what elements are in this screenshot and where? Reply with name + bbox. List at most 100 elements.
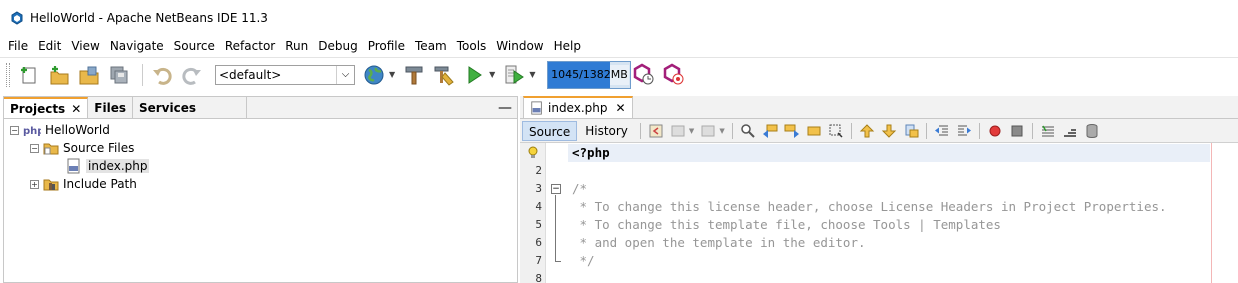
toolbar-separator	[731, 122, 733, 139]
projects-panel: Projects ✕ Files Services — − php HelloW…	[3, 96, 518, 283]
folder-icon	[43, 141, 59, 155]
back-dropdown-icon[interactable]: ▼	[689, 127, 694, 135]
tab-services[interactable]: Services	[133, 97, 248, 118]
collapse-icon[interactable]: −	[10, 125, 19, 135]
code-line: * To change this template file, choose T…	[572, 217, 1001, 232]
browser-dropdown-icon[interactable]: ▼	[389, 70, 395, 79]
menu-view[interactable]: View	[66, 36, 104, 56]
comment-icon[interactable]	[1039, 122, 1057, 140]
toolbar-separator	[850, 122, 852, 139]
menu-help[interactable]: Help	[549, 36, 586, 56]
tab-history[interactable]: History	[579, 121, 634, 141]
next-bookmark-icon[interactable]	[880, 122, 898, 140]
run-dropdown-icon[interactable]: ▼	[489, 70, 495, 79]
configuration-select[interactable]: <default> ⌵	[215, 64, 355, 85]
uncomment-icon[interactable]	[1061, 122, 1079, 140]
fold-line	[555, 195, 556, 261]
menu-source[interactable]: Source	[169, 36, 220, 56]
clean-build-icon[interactable]	[431, 62, 457, 88]
tree-row-include-path[interactable]: + Include Path	[30, 175, 137, 193]
code-text[interactable]: <?php /* * To change this license header…	[568, 143, 1238, 283]
tab-files[interactable]: Files	[88, 97, 133, 118]
line-number: 2	[535, 164, 542, 177]
line-number: 7	[535, 254, 542, 267]
new-file-icon[interactable]	[16, 62, 42, 88]
code-line: /*	[572, 181, 588, 196]
last-edit-icon[interactable]	[647, 122, 665, 140]
project-tree: − php HelloWorld − Source Files index.ph…	[4, 119, 517, 279]
find-next-icon[interactable]	[783, 122, 801, 140]
library-icon	[43, 177, 59, 191]
shift-right-icon[interactable]	[955, 122, 973, 140]
tree-row-project[interactable]: − php HelloWorld	[10, 121, 110, 139]
browser-icon[interactable]	[361, 62, 387, 88]
tab-index-php[interactable]: index.php ✕	[523, 96, 633, 118]
minimize-icon[interactable]: —	[493, 97, 517, 118]
open-project-icon[interactable]	[76, 62, 102, 88]
code-line: <?php	[572, 145, 610, 160]
database-icon[interactable]	[1083, 122, 1101, 140]
code-line: */	[572, 253, 595, 268]
profile-icon[interactable]	[631, 62, 657, 88]
php-file-icon	[66, 158, 82, 174]
profile-snapshot-icon[interactable]	[661, 62, 687, 88]
tree-row-source-files[interactable]: − Source Files	[30, 139, 134, 157]
menu-debug[interactable]: Debug	[313, 36, 362, 56]
expand-icon[interactable]: +	[30, 179, 39, 189]
debug-dropdown-icon[interactable]: ▼	[529, 70, 535, 79]
editor-tab-label: index.php	[548, 101, 608, 115]
tree-row-index-php[interactable]: index.php	[66, 157, 150, 175]
new-project-icon[interactable]	[46, 62, 72, 88]
save-all-icon[interactable]	[106, 62, 132, 88]
chevron-down-icon[interactable]: ⌵	[336, 65, 354, 84]
toolbar-separator	[1031, 122, 1033, 139]
menu-edit[interactable]: Edit	[33, 36, 66, 56]
toolbar-separator	[639, 122, 641, 139]
shift-left-icon[interactable]	[933, 122, 951, 140]
back-icon[interactable]	[669, 122, 687, 140]
find-previous-icon[interactable]	[761, 122, 779, 140]
code-editor[interactable]: 2 3 4 5 6 7 8 − <?php /* * To change thi…	[520, 143, 1238, 283]
main-toolbar: <default> ⌵ ▼ ▼ ▼ 1045/1382MB	[0, 57, 1238, 91]
menu-tools[interactable]: Tools	[452, 36, 492, 56]
window-title: HelloWorld - Apache NetBeans IDE 11.3	[30, 11, 268, 25]
close-icon[interactable]: ✕	[615, 101, 625, 115]
menu-profile[interactable]: Profile	[363, 36, 410, 56]
previous-bookmark-icon[interactable]	[858, 122, 876, 140]
stop-macro-icon[interactable]	[1008, 122, 1026, 140]
close-icon[interactable]: ✕	[71, 102, 81, 116]
lightbulb-icon[interactable]	[527, 146, 539, 163]
line-number: 3	[535, 182, 542, 195]
tab-projects[interactable]: Projects ✕	[4, 97, 89, 118]
menu-refactor[interactable]: Refactor	[220, 36, 280, 56]
menu-team[interactable]: Team	[410, 36, 452, 56]
forward-icon[interactable]	[699, 122, 717, 140]
undo-icon[interactable]	[149, 62, 175, 88]
build-icon[interactable]	[401, 62, 427, 88]
menu-navigate[interactable]: Navigate	[105, 36, 169, 56]
rectangular-selection-icon[interactable]	[827, 122, 845, 140]
toggle-bookmark-icon[interactable]	[902, 122, 920, 140]
line-gutter: 2 3 4 5 6 7 8	[520, 143, 546, 283]
memory-indicator[interactable]: 1045/1382MB	[547, 60, 632, 89]
redo-icon[interactable]	[179, 62, 205, 88]
php-file-icon	[530, 101, 544, 115]
start-macro-icon[interactable]	[986, 122, 1004, 140]
debug-icon[interactable]	[501, 62, 527, 88]
find-icon[interactable]	[739, 122, 757, 140]
tab-source[interactable]: Source	[522, 120, 578, 141]
forward-dropdown-icon[interactable]: ▼	[719, 127, 724, 135]
menu-window[interactable]: Window	[491, 36, 548, 56]
configuration-value: <default>	[219, 67, 282, 82]
toggle-highlight-icon[interactable]	[805, 122, 823, 140]
toolbar-separator	[978, 122, 980, 139]
fold-collapse-icon[interactable]: −	[551, 184, 561, 194]
source-files-label: Source Files	[63, 141, 135, 155]
collapse-icon[interactable]: −	[30, 143, 39, 153]
menu-bar: File Edit View Navigate Source Refactor …	[0, 36, 1238, 56]
toolbar-grip[interactable]	[6, 62, 10, 87]
menu-file[interactable]: File	[3, 36, 33, 56]
editor-tabs: index.php ✕	[520, 96, 1238, 119]
run-icon[interactable]	[461, 62, 487, 88]
menu-run[interactable]: Run	[280, 36, 313, 56]
